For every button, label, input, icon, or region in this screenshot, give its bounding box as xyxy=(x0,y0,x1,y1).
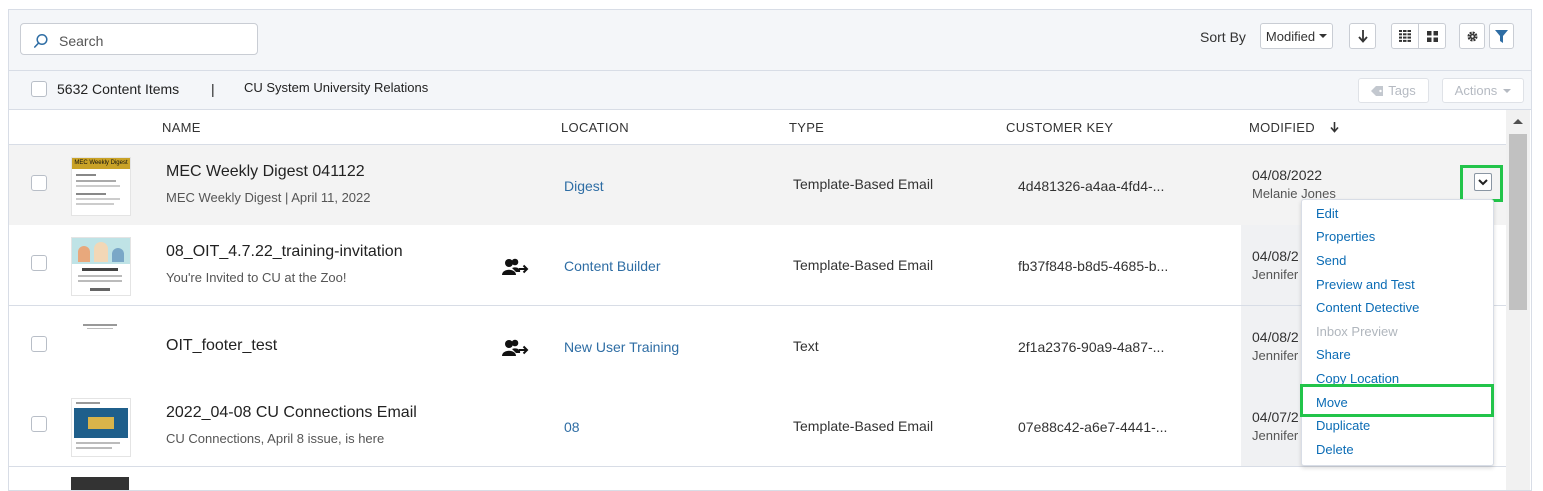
item-customer-key: 07e88c42-a6e7-4441-... xyxy=(1018,419,1168,435)
scroll-up-arrow-icon[interactable] xyxy=(1513,119,1523,124)
item-modified-date: 04/08/2 xyxy=(1252,248,1299,264)
table-row[interactable]: 2022_04-08 CU Connections Email CU Conne… xyxy=(9,386,1506,467)
item-type: Template-Based Email xyxy=(793,418,934,434)
email-thumbnail xyxy=(71,398,131,457)
row-checkbox[interactable] xyxy=(31,255,47,271)
shared-users-icon xyxy=(502,339,529,356)
column-header-customer-key[interactable]: CUSTOMER KEY xyxy=(1006,120,1113,135)
row-checkbox[interactable] xyxy=(31,175,47,191)
tag-icon xyxy=(1371,85,1384,96)
item-name[interactable]: MEC Weekly Digest 041122 xyxy=(166,163,365,181)
select-all-checkbox[interactable] xyxy=(31,81,47,97)
column-header-type[interactable]: TYPE xyxy=(789,120,824,135)
item-modified-by: Jennifer xyxy=(1252,428,1299,443)
item-modified-by: Jennifer xyxy=(1252,267,1299,282)
menu-item-content-detective[interactable]: Content Detective xyxy=(1316,300,1419,315)
gear-icon xyxy=(1466,30,1478,42)
item-type: Template-Based Email xyxy=(793,176,934,192)
content-count: 5632 Content Items xyxy=(57,81,180,97)
caret-down-icon xyxy=(1503,88,1512,93)
actions-label: Actions xyxy=(1454,83,1498,98)
tags-button[interactable]: Tags xyxy=(1358,78,1429,103)
item-location-link[interactable]: Digest xyxy=(564,178,604,194)
arrow-down-icon xyxy=(1357,30,1368,43)
sort-direction-button[interactable] xyxy=(1349,23,1376,49)
row-checkbox[interactable] xyxy=(31,336,47,352)
table-row[interactable]: MEC Weekly Digest MEC Weekly Digest 0411… xyxy=(9,145,1506,226)
column-header-location[interactable]: LOCATION xyxy=(561,120,629,135)
actions-dropdown[interactable]: Actions xyxy=(1442,78,1524,103)
scrollbar-thumb[interactable] xyxy=(1509,134,1527,310)
item-subject: MEC Weekly Digest | April 11, 2022 xyxy=(166,190,371,205)
sort-dropdown[interactable]: Modified xyxy=(1260,23,1333,49)
item-name[interactable]: 08_OIT_4.7.22_training-invitation xyxy=(166,243,403,261)
table-row[interactable] xyxy=(9,467,1506,490)
tags-label: Tags xyxy=(1388,83,1416,98)
grid-view-button[interactable] xyxy=(1418,23,1446,49)
filter-button[interactable] xyxy=(1489,23,1514,49)
item-subject: You're Invited to CU at the Zoo! xyxy=(166,270,347,285)
menu-item-delete[interactable]: Delete xyxy=(1316,442,1354,457)
menu-item-inbox-preview: Inbox Preview xyxy=(1316,324,1398,339)
chevron-down-icon xyxy=(1478,179,1488,186)
item-location-link[interactable]: 08 xyxy=(564,419,580,435)
filter-icon xyxy=(1495,29,1508,43)
caret-down-icon xyxy=(1319,34,1328,38)
menu-item-properties[interactable]: Properties xyxy=(1316,229,1375,244)
settings-button[interactable] xyxy=(1459,23,1485,49)
row-actions-menu: Edit Properties Send Preview and Test Co… xyxy=(1301,199,1494,466)
thumbnail-title: MEC Weekly Digest xyxy=(72,158,130,169)
item-name[interactable]: 2022_04-08 CU Connections Email xyxy=(166,404,417,422)
business-unit-label: CU System University Relations xyxy=(244,80,429,95)
list-view-icon xyxy=(1399,30,1411,42)
table-header: NAME LOCATION TYPE CUSTOMER KEY MODIFIED xyxy=(9,110,1506,145)
sort-dropdown-value: Modified xyxy=(1265,28,1316,44)
row-actions-button[interactable] xyxy=(1474,173,1492,191)
item-modified-by: Jennifer xyxy=(1252,348,1299,363)
search-box[interactable] xyxy=(20,23,258,55)
item-modified-date: 04/08/2 xyxy=(1252,329,1299,345)
menu-item-share[interactable]: Share xyxy=(1316,347,1351,362)
item-customer-key: fb37f848-b8d5-4685-b... xyxy=(1018,258,1169,274)
email-thumbnail: MEC Weekly Digest xyxy=(71,157,131,216)
list-view-button[interactable] xyxy=(1391,23,1419,49)
column-header-modified[interactable]: MODIFIED xyxy=(1249,120,1315,135)
toolbar: Sort By Modified xyxy=(9,10,1531,71)
separator: | xyxy=(211,81,215,97)
email-thumbnail xyxy=(71,237,131,296)
item-location-link[interactable]: Content Builder xyxy=(564,258,661,274)
menu-item-send[interactable]: Send xyxy=(1316,253,1346,268)
sort-by-label: Sort By xyxy=(1200,29,1246,45)
item-type: Template-Based Email xyxy=(793,257,934,273)
item-modified-date: 04/08/2022 xyxy=(1252,167,1323,183)
menu-item-copy-location[interactable]: Copy Location xyxy=(1316,371,1399,386)
menu-item-move[interactable]: Move xyxy=(1316,395,1348,410)
item-modified-date: 04/07/2 xyxy=(1252,409,1299,425)
table-row[interactable]: 08_OIT_4.7.22_training-invitation You're… xyxy=(9,225,1506,306)
item-location-link[interactable]: New User Training xyxy=(564,339,679,355)
menu-item-duplicate[interactable]: Duplicate xyxy=(1316,418,1370,433)
search-icon xyxy=(33,33,48,48)
content-builder-panel: Sort By Modified xyxy=(8,9,1532,491)
table-row[interactable]: OIT_footer_test New User Training Text 2… xyxy=(9,306,1506,387)
column-header-name[interactable]: NAME xyxy=(162,120,201,135)
menu-item-edit[interactable]: Edit xyxy=(1316,206,1338,221)
item-name[interactable]: OIT_footer_test xyxy=(166,337,277,355)
shared-users-icon xyxy=(502,258,529,275)
row-checkbox[interactable] xyxy=(31,416,47,432)
menu-item-preview-and-test[interactable]: Preview and Test xyxy=(1316,277,1415,292)
email-thumbnail xyxy=(71,318,129,375)
selection-bar: 5632 Content Items | CU System Universit… xyxy=(9,71,1531,110)
item-type: Text xyxy=(793,338,819,354)
item-subject: CU Connections, April 8 issue, is here xyxy=(166,431,385,446)
email-thumbnail xyxy=(71,477,129,490)
grid-view-icon xyxy=(1426,30,1438,42)
item-customer-key: 4d481326-a4aa-4fd4-... xyxy=(1018,178,1165,194)
item-customer-key: 2f1a2376-90a9-4a87-... xyxy=(1018,339,1165,355)
sort-arrow-down-icon xyxy=(1330,122,1339,133)
search-input[interactable] xyxy=(57,30,251,52)
